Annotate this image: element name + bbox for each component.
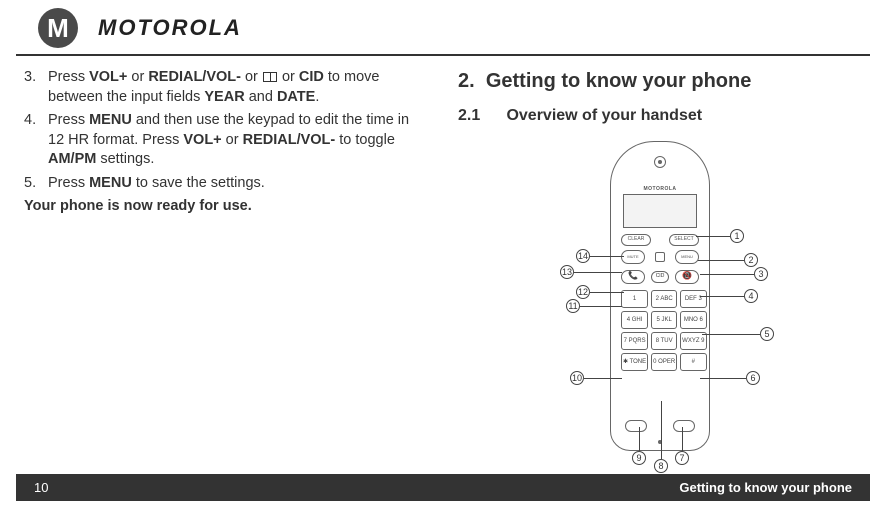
callout-6: 6 <box>746 371 760 385</box>
callout-4: 4 <box>744 289 758 303</box>
keypad: 1 2 ABC DEF 3 4 GHI 5 JKL MNO 6 7 PQRS 8… <box>621 290 699 371</box>
phonebook-icon <box>263 72 277 82</box>
nav-right-button: MENU <box>675 250 699 264</box>
key: ✱ TONE <box>621 353 648 371</box>
callout-7: 7 <box>675 451 689 465</box>
callout-13: 13 <box>560 265 574 279</box>
cid-button: CID <box>651 271 669 283</box>
callout-lead <box>584 378 622 379</box>
instruction-text: Press MENU and then use the keypad to ed… <box>48 112 409 167</box>
page-number: 10 <box>34 480 48 495</box>
handset-outline: MOTOROLA CLEAR SELECT MUTE MENU 📞 <box>610 141 710 451</box>
callout-5: 5 <box>760 327 774 341</box>
subheading-number: 2.1 <box>458 105 502 127</box>
brand-wordmark: MOTOROLA <box>98 15 242 41</box>
earpiece-icon <box>654 156 666 168</box>
callout-lead <box>574 272 622 273</box>
callout-8: 8 <box>654 459 668 473</box>
callout-lead <box>696 236 730 237</box>
footer-section-title: Getting to know your phone <box>679 480 852 495</box>
callout-3: 3 <box>754 267 768 281</box>
end-button-icon: 📵 <box>675 270 699 284</box>
callout-12: 12 <box>576 285 590 299</box>
callout-lead <box>661 401 662 459</box>
ready-text: Your phone is now ready for use. <box>24 197 428 217</box>
callout-lead <box>700 296 744 297</box>
softkey-right: SELECT <box>669 234 699 246</box>
instruction-text: Press VOL+ or REDIAL/VOL- or or CID to m… <box>48 69 379 105</box>
callout-lead <box>590 292 624 293</box>
call-row: 📞 CID 📵 <box>621 270 699 284</box>
heading-text: Getting to know your phone <box>486 70 752 92</box>
callout-10: 10 <box>570 371 584 385</box>
subheading-text: Overview of your handset <box>506 107 702 124</box>
softkey-row: CLEAR SELECT <box>621 234 699 246</box>
callout-lead <box>590 256 624 257</box>
key: 2 ABC <box>651 290 677 308</box>
callout-lead <box>698 260 744 261</box>
item-number: 3. <box>24 68 36 88</box>
instruction-list: 3. Press VOL+ or REDIAL/VOL- or or CID t… <box>24 68 428 193</box>
handset-brand-label: MOTOROLA <box>611 186 709 193</box>
content-columns: 3. Press VOL+ or REDIAL/VOL- or or CID t… <box>0 56 886 481</box>
key: 7 PQRS <box>621 332 648 350</box>
callout-lead <box>682 427 683 451</box>
right-column: 2. Getting to know your phone 2.1 Overvi… <box>458 68 862 481</box>
page-footer: 10 Getting to know your phone <box>16 474 870 501</box>
handset-screen <box>623 194 697 228</box>
key: 8 TUV <box>651 332 677 350</box>
motorola-logo-icon: M <box>38 8 78 48</box>
nav-center-button <box>655 252 665 262</box>
page-header: M MOTOROLA <box>16 0 870 56</box>
key: 4 GHI <box>621 311 648 329</box>
key: # <box>680 353 706 371</box>
item-number: 5. <box>24 174 36 194</box>
instruction-item: 5. Press MENU to save the settings. <box>24 174 428 194</box>
callout-11: 11 <box>566 299 580 313</box>
softkey-left: CLEAR <box>621 234 651 246</box>
bottom-button-row <box>625 420 695 432</box>
callout-lead <box>639 427 640 451</box>
key: 5 JKL <box>651 311 677 329</box>
key: 0 OPER <box>651 353 677 371</box>
left-column: 3. Press VOL+ or REDIAL/VOL- or or CID t… <box>24 68 428 481</box>
callout-1: 1 <box>730 229 744 243</box>
key: MNO 6 <box>680 311 706 329</box>
callout-14: 14 <box>576 249 590 263</box>
key: DEF 3 <box>680 290 706 308</box>
section-heading: 2. Getting to know your phone <box>458 68 862 95</box>
bottom-left-button <box>625 420 647 432</box>
callout-2: 2 <box>744 253 758 267</box>
callout-lead <box>700 274 754 275</box>
key: 1 <box>621 290 648 308</box>
subsection-heading: 2.1 Overview of your handset <box>458 105 862 127</box>
heading-number: 2. <box>458 70 475 92</box>
instruction-item: 4. Press MENU and then use the keypad to… <box>24 111 428 170</box>
nav-left-button: MUTE <box>621 250 645 264</box>
item-number: 4. <box>24 111 36 131</box>
handset-area: MOTOROLA CLEAR SELECT MUTE MENU 📞 <box>520 141 800 481</box>
callout-lead <box>700 378 746 379</box>
handset-diagram: MOTOROLA CLEAR SELECT MUTE MENU 📞 <box>458 141 862 481</box>
instruction-item: 3. Press VOL+ or REDIAL/VOL- or or CID t… <box>24 68 428 107</box>
callout-lead <box>580 306 622 307</box>
callout-lead <box>702 334 760 335</box>
callout-9: 9 <box>632 451 646 465</box>
talk-button-icon: 📞 <box>621 270 645 284</box>
nav-row: MUTE MENU <box>621 250 699 264</box>
instruction-text: Press MENU to save the settings. <box>48 175 265 191</box>
bottom-right-button <box>673 420 695 432</box>
